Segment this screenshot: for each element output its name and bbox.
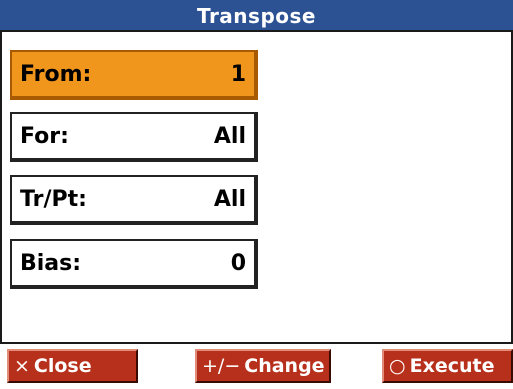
param-from-value: 1 (230, 62, 246, 87)
circle-icon: ○ (389, 355, 406, 377)
transpose-screen: Transpose From: 1 For: All Tr/Pt: All Bi… (0, 0, 513, 389)
close-button-label: Close (33, 355, 92, 377)
param-tr-pt-label: Tr/Pt: (20, 187, 87, 212)
execute-button[interactable]: ○ Execute (382, 349, 513, 383)
plus-minus-icon: +/− (202, 355, 241, 377)
execute-button-label: Execute (409, 355, 495, 377)
param-for-value: All (213, 124, 246, 149)
param-bias[interactable]: Bias: 0 (10, 239, 258, 289)
param-from-label: From: (20, 62, 92, 87)
param-bias-label: Bias: (20, 251, 82, 276)
param-bias-value: 0 (230, 251, 246, 276)
param-tr-pt[interactable]: Tr/Pt: All (10, 175, 258, 225)
footer-bar: × Close +/− Change ○ Execute (0, 344, 513, 389)
param-tr-pt-value: All (213, 187, 246, 212)
change-button-label: Change (244, 355, 325, 377)
window-title: Transpose (0, 0, 513, 32)
close-button[interactable]: × Close (7, 349, 138, 383)
param-from[interactable]: From: 1 (10, 50, 258, 100)
param-for-label: For: (20, 124, 69, 149)
param-for[interactable]: For: All (10, 112, 258, 162)
close-icon: × (14, 355, 30, 377)
change-button[interactable]: +/− Change (195, 349, 331, 383)
